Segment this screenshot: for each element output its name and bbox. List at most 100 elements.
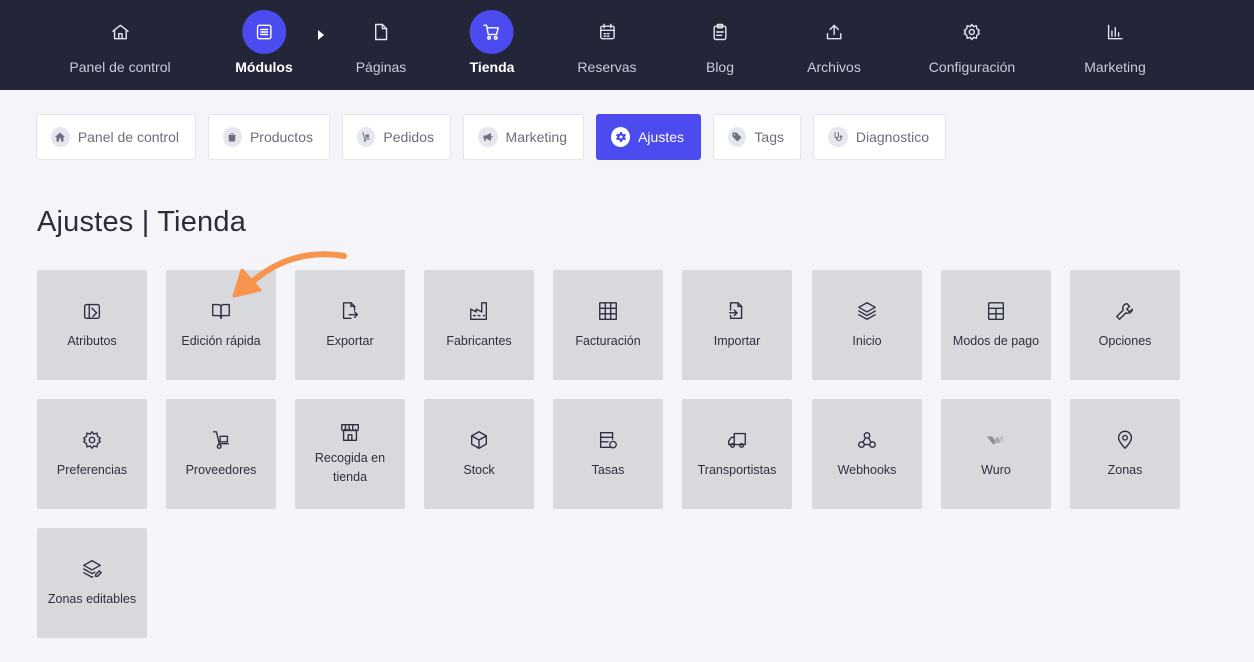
cart-icon	[470, 10, 514, 54]
book-icon	[212, 303, 230, 319]
calendar-icon	[585, 10, 629, 54]
home-icon	[98, 10, 142, 54]
subtab-label: Productos	[249, 129, 313, 145]
tile-label: Modos de pago	[952, 333, 1040, 348]
nav-tienda[interactable]: Tienda	[470, 0, 514, 90]
wrench-icon	[1116, 302, 1134, 320]
home-icon	[51, 127, 70, 147]
tile-label: Preferencias	[56, 462, 128, 477]
subtab-panel-de-control[interactable]: Panel de control	[36, 114, 196, 160]
tile-label: Fabricantes	[446, 333, 512, 348]
top-navigation-bar: Panel de control Módulos Páginas Tienda …	[0, 0, 1254, 90]
wuro-logo-icon	[986, 435, 1004, 445]
tile-modos-de-pago[interactable]: Modos de pago	[941, 270, 1051, 380]
tax-icon	[599, 431, 617, 448]
tile-importar[interactable]: Importar	[682, 270, 792, 380]
tile-label: Zonas editables	[47, 591, 137, 606]
tile-facturacion[interactable]: Facturación	[553, 270, 663, 380]
modules-icon	[241, 10, 286, 54]
bag-icon	[223, 127, 242, 147]
stethoscope-icon	[828, 127, 848, 147]
subtab-label: Panel de control	[77, 129, 179, 145]
tile-label: Exportar	[326, 333, 374, 348]
subtab-label: Ajustes	[638, 129, 684, 145]
tile-opciones[interactable]: Opciones	[1070, 270, 1180, 380]
webhook-icon	[858, 431, 876, 448]
factory-icon	[470, 301, 488, 320]
nav-reservas[interactable]: Reservas	[577, 0, 637, 90]
tile-label: Opciones	[1098, 333, 1152, 348]
tile-label: Recogida en tienda	[314, 451, 386, 484]
tile-transportistas[interactable]: Transportistas	[682, 399, 792, 509]
tile-preferencias[interactable]: Preferencias	[37, 399, 147, 509]
tile-label: Webhooks	[837, 462, 897, 477]
subtab-label: Tags	[754, 129, 784, 145]
subtab-marketing[interactable]: Marketing	[463, 114, 584, 160]
invoice-grid-icon	[599, 301, 617, 320]
tile-label: Inicio	[852, 333, 882, 348]
tile-proveedores[interactable]: Proveedores	[166, 399, 276, 509]
nav-label: Marketing	[1084, 59, 1146, 75]
tile-stock[interactable]: Stock	[424, 399, 534, 509]
payment-icon	[987, 301, 1005, 320]
truck-icon	[728, 432, 746, 448]
nav-label: Configuración	[928, 59, 1016, 75]
hand-truck-icon	[212, 430, 230, 449]
nav-panel-de-control[interactable]: Panel de control	[69, 0, 171, 90]
hand-truck-icon	[357, 127, 376, 147]
tile-tasas[interactable]: Tasas	[553, 399, 663, 509]
nav-label: Módulos	[235, 59, 293, 75]
subtab-label: Diagnostico	[855, 129, 929, 145]
tile-label: Facturación	[575, 333, 641, 348]
nav-paginas[interactable]: Páginas	[355, 0, 407, 90]
import-icon	[728, 301, 743, 319]
page-icon	[359, 10, 403, 54]
tile-label: Atributos	[67, 333, 117, 348]
upload-icon	[812, 10, 856, 54]
tile-wuro[interactable]: Wuro	[941, 399, 1051, 509]
box-icon	[470, 430, 488, 449]
nav-label: Panel de control	[69, 59, 171, 75]
location-pin-icon	[1117, 430, 1133, 449]
subtab-tags[interactable]: Tags	[713, 114, 801, 160]
store-icon	[341, 423, 359, 441]
gear-icon	[950, 10, 994, 54]
tile-label: Transportistas	[697, 462, 777, 477]
tile-zonas[interactable]: Zonas	[1070, 399, 1180, 509]
nav-modulos[interactable]: Módulos	[235, 0, 293, 90]
nav-configuracion[interactable]: Configuración	[929, 0, 1015, 90]
tile-zonas-editables[interactable]: Zonas editables	[37, 528, 147, 638]
tile-fabricantes[interactable]: Fabricantes	[424, 270, 534, 380]
tile-label: Edición rápida	[181, 333, 261, 348]
tile-atributos[interactable]: Atributos	[37, 270, 147, 380]
nav-label: Reservas	[577, 59, 637, 75]
megaphone-icon	[478, 127, 498, 147]
tile-webhooks[interactable]: Webhooks	[812, 399, 922, 509]
subtab-label: Pedidos	[383, 129, 434, 145]
tile-inicio[interactable]: Inicio	[812, 270, 922, 380]
subtab-diagnostico[interactable]: Diagnostico	[813, 114, 946, 160]
annotation-arrow-icon	[232, 251, 347, 298]
layers-icon	[858, 301, 876, 320]
nav-label: Archivos	[807, 59, 861, 75]
tile-recogida-en-tienda[interactable]: Recogida en tienda	[295, 399, 405, 509]
nav-label: Blog	[705, 59, 735, 75]
subtab-label: Marketing	[505, 129, 567, 145]
gear-icon	[83, 430, 101, 449]
export-icon	[342, 301, 359, 319]
nav-archivos[interactable]: Archivos	[807, 0, 861, 90]
nav-blog[interactable]: Blog	[698, 0, 742, 90]
bar-chart-icon	[1093, 10, 1137, 54]
tile-label: Tasas	[591, 462, 625, 477]
tile-label: Zonas	[1107, 462, 1143, 477]
subtab-productos[interactable]: Productos	[208, 114, 330, 160]
tile-label: Proveedores	[185, 462, 257, 477]
nav-label: Páginas	[355, 59, 407, 75]
tile-label: Wuro	[981, 462, 1011, 477]
store-subnav: Panel de control Productos Pedidos Marke…	[36, 114, 946, 160]
subtab-pedidos[interactable]: Pedidos	[342, 114, 451, 160]
attributes-icon	[83, 303, 101, 319]
layers-edit-icon	[83, 559, 102, 578]
subtab-ajustes[interactable]: Ajustes	[596, 114, 701, 160]
nav-marketing[interactable]: Marketing	[1084, 0, 1146, 90]
